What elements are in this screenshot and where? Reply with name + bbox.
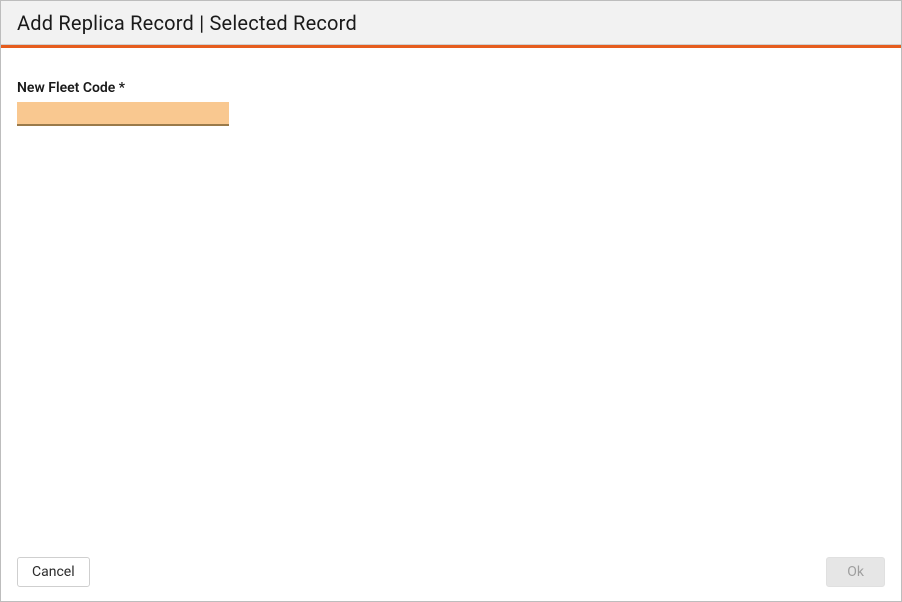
fleet-code-label: New Fleet Code *	[17, 80, 885, 96]
ok-button[interactable]: Ok	[826, 557, 885, 587]
dialog-footer: Cancel Ok	[1, 545, 901, 601]
fleet-code-input[interactable]	[17, 102, 229, 126]
dialog-title: Add Replica Record | Selected Record	[17, 11, 885, 35]
dialog-header: Add Replica Record | Selected Record	[1, 1, 901, 45]
dialog-container: Add Replica Record | Selected Record New…	[0, 0, 902, 602]
dialog-body: New Fleet Code *	[1, 48, 901, 545]
cancel-button[interactable]: Cancel	[17, 557, 90, 587]
